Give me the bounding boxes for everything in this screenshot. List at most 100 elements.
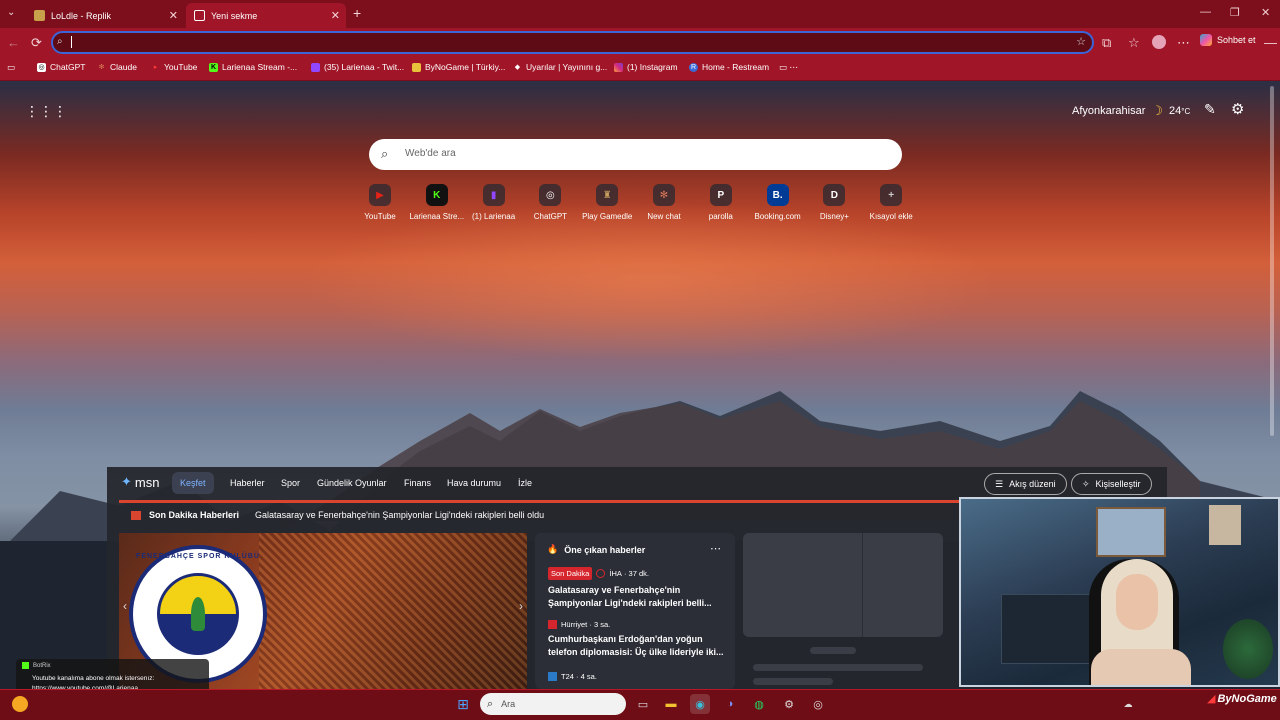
taskbar-search[interactable]: ⌕ Ara xyxy=(480,693,626,715)
tab-loldle[interactable]: LoLdle - Replik ✕ xyxy=(26,3,184,28)
msn-nav-news[interactable]: Haberler xyxy=(230,478,265,488)
story-item[interactable]: T24 · 4 sa. xyxy=(548,672,728,681)
spotify-icon[interactable]: ◍ xyxy=(749,694,769,714)
quick-link-gamedle[interactable]: ♜ Play Gamedle xyxy=(579,184,635,221)
top-stories-header: 🔥 Öne çıkan haberler xyxy=(547,544,645,555)
quick-link-parolla[interactable]: Pparolla xyxy=(693,184,749,221)
bookmark-bynogame[interactable]: ByNoGame | Türkiy... xyxy=(412,62,505,72)
quick-link-kick[interactable]: K Larienaa Stre... xyxy=(409,184,465,221)
bookmark-restream[interactable]: R Home - Restream xyxy=(689,62,769,72)
more-options-icon[interactable]: ⋯ xyxy=(1177,35,1190,51)
msn-nav-casual-games[interactable]: Gündelik Oyunlar xyxy=(317,478,387,488)
address-bar[interactable]: ⌕ ☆ xyxy=(51,31,1094,54)
taskbar-search-placeholder: Ara xyxy=(501,699,516,709)
story-headline: Galatasaray ve Fenerbahçe'nin Şampiyonla… xyxy=(548,585,712,608)
quick-link-plus[interactable]: + Kısayol ekle xyxy=(863,184,919,221)
msn-nav-discover[interactable]: Keşfet xyxy=(172,472,214,494)
refresh-icon[interactable]: ⟳ xyxy=(31,35,42,51)
new-tab-icon[interactable]: + xyxy=(353,5,361,21)
quick-link-disney[interactable]: D Disney+ xyxy=(806,184,862,221)
msn-nav-watch[interactable]: İzle xyxy=(518,478,532,488)
story-time: 3 sa. xyxy=(593,620,611,629)
chatgpt-icon: ◎ xyxy=(539,184,562,206)
copilot-button[interactable]: Sohbet et xyxy=(1200,34,1256,46)
msn-nav-weather[interactable]: Hava durumu xyxy=(447,478,501,488)
network-icon[interactable]: ☁ xyxy=(1118,694,1138,714)
bookmark-claude[interactable]: ✻ Claude xyxy=(97,62,137,72)
kick-icon: K xyxy=(209,62,218,72)
chatgpt-icon: ◎ xyxy=(37,62,46,72)
bookmark-folder-icon[interactable]: ▭ ⋯ xyxy=(779,62,798,73)
bookmark-youtube[interactable]: ▸ YouTube xyxy=(151,62,198,72)
profile-avatar[interactable] xyxy=(1152,35,1166,49)
newtab-favicon-icon xyxy=(194,10,205,21)
close-window-icon[interactable]: ✕ xyxy=(1261,6,1270,19)
extensions-icon[interactable]: ⧉ xyxy=(1102,35,1111,51)
obs-icon[interactable]: ◎ xyxy=(808,694,828,714)
fire-icon: 🔥 xyxy=(547,544,559,554)
carousel-prev-icon[interactable]: ‹ xyxy=(123,599,127,613)
shelf xyxy=(1001,594,1101,664)
quick-link-booking[interactable]: B. Booking.com xyxy=(750,184,806,221)
quick-link-chatgpt[interactable]: ◎ ChatGPT xyxy=(522,184,578,221)
back-icon[interactable]: ← xyxy=(7,35,20,50)
bookmark-label: Uyarılar | Yayınını g... xyxy=(526,62,608,72)
task-view-icon[interactable]: ▭ xyxy=(633,694,653,714)
twitch-icon xyxy=(311,62,320,72)
webcam-overlay xyxy=(959,497,1280,687)
steam-icon[interactable]: ⚙ xyxy=(779,694,799,714)
bookmark-label: ChatGPT xyxy=(50,62,86,72)
streamer-face xyxy=(1116,574,1158,630)
disney-icon: D xyxy=(823,184,846,206)
breaking-news-bar[interactable]: Son Dakika Haberleri Galatasaray ve Fene… xyxy=(131,510,544,520)
windows-start-icon[interactable]: ⊞ xyxy=(453,694,473,714)
msn-nav-finance[interactable]: Finans xyxy=(404,478,431,488)
story-item[interactable]: Hürriyet · 3 sa. Cumhurbaşkanı Erdoğan'd… xyxy=(548,620,728,659)
bookmarks-toggle-icon[interactable]: ▭ xyxy=(7,62,15,73)
youtube-icon: ▸ xyxy=(153,63,158,71)
weather-widget[interactable]: Afyonkarahisar ☽ 24 °C xyxy=(1072,103,1190,119)
button-label: Kişiselleştir xyxy=(1095,479,1141,489)
bookmark-kick[interactable]: K Larienaa Stream -... xyxy=(209,62,297,72)
quick-link-label: Larienaa Stre... xyxy=(409,212,465,221)
restore-icon[interactable]: ❐ xyxy=(1230,6,1240,19)
scrollbar[interactable] xyxy=(1270,86,1274,436)
favorites-icon[interactable]: ☆ xyxy=(1128,35,1140,51)
weather-app-icon[interactable] xyxy=(12,696,28,712)
bookmark-chatgpt[interactable]: ◎ ChatGPT xyxy=(37,62,85,72)
claude-icon: ✻ xyxy=(98,63,105,71)
quick-link-youtube[interactable]: ▶ YouTube xyxy=(352,184,408,221)
msn-nav-sports[interactable]: Spor xyxy=(281,478,300,488)
loading-line xyxy=(753,664,923,671)
apps-grid-icon[interactable]: ⋮⋮⋮ xyxy=(25,103,67,120)
more-options-icon[interactable]: ⋯ xyxy=(710,542,721,555)
bot-message: Youtube kanalıma abone olmak istersenız: xyxy=(32,675,155,682)
discord-icon[interactable]: ◑ xyxy=(720,694,740,714)
settings-gear-icon[interactable]: ⚙ xyxy=(1231,100,1244,118)
weather-city: Afyonkarahisar xyxy=(1072,105,1146,117)
tab-new-tab[interactable]: Yeni sekme ✕ xyxy=(186,3,346,28)
file-explorer-icon[interactable]: ▬ xyxy=(661,694,681,714)
favorite-star-icon[interactable]: ☆ xyxy=(1076,35,1086,48)
personalize-button[interactable]: ✧ Kişiselleştir xyxy=(1071,473,1152,495)
quick-link-claude[interactable]: ✻ New chat xyxy=(636,184,692,221)
bynogame-watermark: ◢ ByNoGame xyxy=(1207,692,1277,706)
close-tab-icon[interactable]: ✕ xyxy=(169,9,178,22)
msn-logo[interactable]: ✦ msn xyxy=(121,474,159,490)
feed-layout-button[interactable]: ☰ Akış düzeni xyxy=(984,473,1067,495)
instagram-icon xyxy=(614,62,623,72)
story-item[interactable]: Son Dakika İHA · 37 dk. Galatasaray ve F… xyxy=(548,567,728,610)
sidebar-minimize-icon[interactable]: — xyxy=(1264,35,1277,50)
edit-icon[interactable]: ✎ xyxy=(1204,101,1216,118)
breaking-label: Son Dakika Haberleri xyxy=(149,510,240,520)
minimize-icon[interactable]: — xyxy=(1200,6,1211,18)
bookmark-twitch[interactable]: (35) Larienaa - Twit... xyxy=(311,62,404,72)
carousel-next-icon[interactable]: › xyxy=(519,599,523,613)
bookmark-streamlabs[interactable]: ◆ Uyarılar | Yayınını g... xyxy=(513,62,607,72)
bookmark-instagram[interactable]: (1) Instagram xyxy=(614,62,678,72)
tab-actions-chevron-icon[interactable]: ⌄ xyxy=(7,7,15,18)
edge-icon[interactable]: ◉ xyxy=(690,694,710,714)
web-search-box[interactable]: ⌕ Web'de ara xyxy=(369,139,902,170)
quick-link-twitch[interactable]: ▮ (1) Larienaa xyxy=(466,184,522,221)
close-tab-icon[interactable]: ✕ xyxy=(331,9,340,22)
